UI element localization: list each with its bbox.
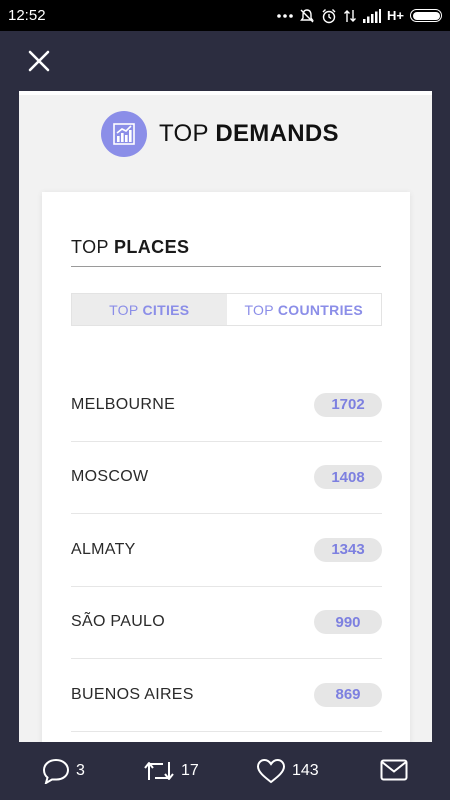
- reply-button[interactable]: 3: [42, 758, 85, 784]
- panel-title-bold: PLACES: [113, 237, 190, 257]
- tab-label-light: TOP: [109, 301, 139, 318]
- page-title-light: TOP: [159, 120, 209, 147]
- status-icons: H+: [277, 8, 442, 24]
- page-title-bold: DEMANDS: [215, 120, 339, 147]
- place-count-badge: 869: [314, 682, 382, 707]
- battery-icon: [410, 9, 442, 22]
- page-title: TOP DEMANDS: [159, 120, 339, 148]
- alarm-icon: [322, 8, 336, 23]
- tweet-action-bar: 3 17 143: [0, 742, 450, 800]
- reply-icon: [42, 758, 70, 784]
- status-time: 12:52: [8, 7, 46, 24]
- notifications-off-icon: [300, 8, 314, 22]
- message-icon: [380, 759, 408, 781]
- top-demands-sheet: TOP DEMANDS TOP PLACES TOP CITIES TOP CO…: [19, 91, 432, 751]
- place-name: MELBOURNE: [71, 395, 176, 413]
- place-name: ALMATY: [71, 540, 136, 558]
- list-item[interactable]: SÃO PAULO 990: [71, 587, 382, 659]
- retweet-button[interactable]: 17: [143, 758, 199, 784]
- tab-top-countries[interactable]: TOP COUNTRIES: [227, 294, 382, 325]
- retweet-icon: [144, 762, 174, 780]
- status-bar: 12:52 H+: [0, 0, 450, 31]
- tab-label-bold: COUNTRIES: [277, 301, 364, 318]
- panel-title-light: TOP: [71, 237, 109, 257]
- like-icon: [256, 758, 286, 784]
- places-list: MELBOURNE 1702 MOSCOW 1408 ALMATY 1343 S…: [71, 369, 382, 732]
- tab-label-light: TOP: [244, 301, 274, 318]
- close-icon: [28, 50, 50, 72]
- close-button[interactable]: [27, 49, 51, 73]
- place-name: BUENOS AIRES: [71, 685, 194, 703]
- place-count-badge: 1408: [314, 465, 382, 490]
- page-header: TOP DEMANDS: [101, 111, 339, 157]
- like-count: 143: [292, 762, 319, 779]
- list-item[interactable]: MELBOURNE 1702: [71, 369, 382, 442]
- chart-badge: [101, 111, 147, 157]
- tab-top-cities[interactable]: TOP CITIES: [72, 294, 227, 325]
- list-item[interactable]: BUENOS AIRES 869: [71, 659, 382, 732]
- network-type: H+: [387, 8, 404, 23]
- panel-title: TOP PLACES: [71, 237, 381, 267]
- tab-label-bold: CITIES: [142, 301, 190, 318]
- place-name: SÃO PAULO: [71, 613, 165, 631]
- retweet-count: 17: [181, 762, 199, 779]
- places-tabs: TOP CITIES TOP COUNTRIES: [71, 293, 382, 326]
- list-item[interactable]: MOSCOW 1408: [71, 442, 382, 514]
- place-name: MOSCOW: [71, 468, 149, 486]
- place-count-badge: 1343: [314, 537, 382, 562]
- data-icon: [344, 9, 357, 22]
- top-places-panel: TOP PLACES TOP CITIES TOP COUNTRIES MELB…: [42, 192, 410, 751]
- signal-icon: [363, 8, 382, 23]
- place-count-badge: 1702: [314, 392, 382, 417]
- message-button[interactable]: [380, 759, 408, 781]
- place-count-badge: 990: [314, 610, 382, 635]
- like-button[interactable]: 143: [256, 758, 319, 784]
- reply-count: 3: [76, 762, 85, 779]
- list-item[interactable]: ALMATY 1343: [71, 514, 382, 587]
- chart-icon: [113, 123, 135, 145]
- more-icon: [277, 13, 293, 18]
